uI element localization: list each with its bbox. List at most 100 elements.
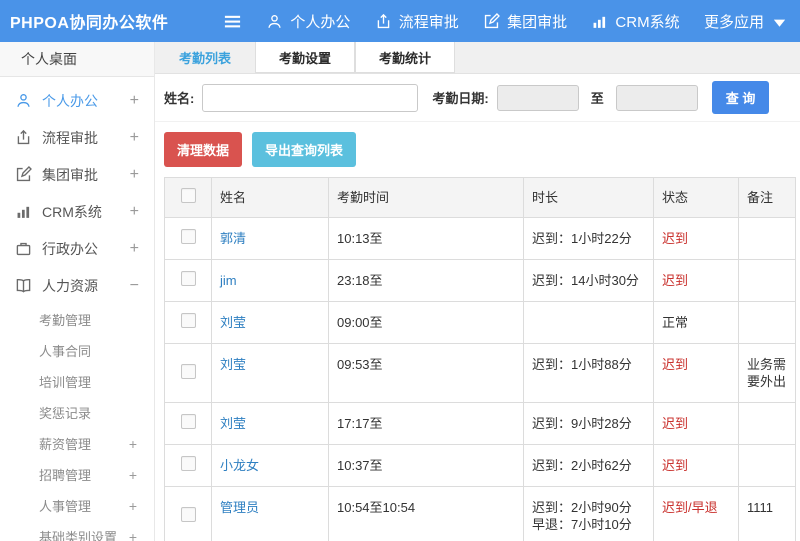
row-checkbox[interactable]	[180, 313, 196, 328]
expand-indicator: +	[128, 528, 137, 541]
time-cell: 09:00至	[328, 301, 524, 344]
tab-attendance-statistics[interactable]: 考勤统计	[355, 42, 455, 73]
duration-cell: 迟到：14小时30分	[523, 259, 654, 302]
nav-item-more-apps[interactable]: 更多应用	[704, 11, 788, 32]
date-to-label: 至	[590, 91, 604, 106]
duration-cell	[523, 301, 654, 344]
app-logo: PHPOA协同办公软件	[10, 15, 169, 32]
remark-cell	[738, 402, 796, 445]
employee-name-link[interactable]: jim	[220, 273, 237, 288]
expand-indicator: +	[129, 128, 139, 146]
tab-attendance-list[interactable]: 考勤列表	[155, 42, 255, 73]
content-area: 考勤列表 考勤设置 考勤统计 姓名: 考勤日期: 至 查 询 清理数据 导出查询列表…	[155, 42, 800, 541]
time-cell: 17:17至	[328, 402, 524, 445]
table-row: 郭清 10:13至 迟到：1小时22分 迟到	[164, 217, 796, 260]
export-list-button[interactable]: 导出查询列表	[252, 132, 357, 167]
row-checkbox[interactable]	[180, 229, 196, 244]
sidebar-subitem-label: 培训管理	[39, 375, 92, 390]
sidebar-subitem-training-management[interactable]: 培训管理	[0, 366, 154, 397]
select-all-checkbox[interactable]	[180, 188, 196, 203]
sidebar-item-label: 流程审批	[42, 129, 98, 146]
sidebar-menu: 个人办公 + 流程审批 + 集团审批 + CRM系统 + 行政办公 + 人力资源 −	[0, 82, 154, 304]
name-cell: 刘莹	[211, 343, 329, 403]
sidebar-item-workflow-approval[interactable]: 流程审批 +	[0, 119, 154, 156]
sidebar-subitem-base-category-settings[interactable]: 基础类别设置 +	[0, 521, 154, 541]
column-header: 姓名	[211, 177, 329, 218]
remark-cell	[738, 301, 796, 344]
remark-cell	[738, 259, 796, 302]
row-checkbox-cell	[164, 486, 212, 541]
sidebar-subitem-attendance-management[interactable]: 考勤管理	[0, 304, 154, 335]
sidebar-item-personal-office[interactable]: 个人办公 +	[0, 82, 154, 119]
name-filter-input[interactable]	[202, 83, 419, 112]
sidebar-item-group-approval[interactable]: 集团审批 +	[0, 156, 154, 193]
column-header: 状态	[653, 177, 739, 218]
employee-name-link[interactable]: 小龙女	[220, 458, 259, 473]
sidebar-item-human-resources[interactable]: 人力资源 −	[0, 267, 154, 304]
row-checkbox[interactable]	[180, 363, 196, 379]
sidebar-item-personal-desktop[interactable]: 个人桌面	[0, 42, 154, 77]
sidebar-subitem-salary-management[interactable]: 薪资管理 +	[0, 428, 154, 459]
select-all-cell	[164, 177, 212, 218]
row-checkbox[interactable]	[180, 414, 196, 429]
edit-icon	[15, 166, 32, 183]
sidebar-subitem-label: 薪资管理	[39, 437, 92, 452]
status-cell: 迟到	[653, 343, 739, 403]
clear-data-button[interactable]: 清理数据	[164, 132, 243, 167]
user-icon	[15, 92, 32, 109]
date-from-input[interactable]	[496, 84, 579, 111]
name-cell: 小龙女	[211, 444, 329, 487]
menu-toggle-icon[interactable]	[223, 12, 242, 31]
search-button[interactable]: 查 询	[711, 81, 770, 114]
remark-cell	[738, 444, 796, 487]
book-icon	[15, 277, 32, 294]
employee-name-link[interactable]: 刘莹	[220, 416, 246, 431]
tab-attendance-settings[interactable]: 考勤设置	[255, 42, 355, 73]
employee-name-link[interactable]: 刘莹	[220, 315, 246, 330]
sidebar-subitem-personnel-management[interactable]: 人事管理 +	[0, 490, 154, 521]
sidebar-subitem-recruitment-management[interactable]: 招聘管理 +	[0, 459, 154, 490]
sidebar-item-label: 行政办公	[42, 240, 98, 257]
sidebar-item-label: 个人办公	[42, 92, 98, 109]
status-cell: 迟到	[653, 444, 739, 487]
expand-indicator: +	[128, 466, 137, 483]
employee-name-link[interactable]: 郭清	[220, 231, 246, 246]
sidebar-subitem-hr-contract[interactable]: 人事合同	[0, 335, 154, 366]
status-cell: 迟到/早退	[653, 486, 739, 541]
nav-item-crm-system[interactable]: CRM系统	[591, 11, 680, 32]
table-row: 刘莹 09:00至 正常	[164, 301, 796, 344]
status-cell: 迟到	[653, 217, 739, 260]
sidebar-desktop-label: 个人桌面	[21, 51, 77, 67]
nav-item-personal-office[interactable]: 个人办公	[266, 11, 350, 32]
employee-name-link[interactable]: 刘莹	[220, 357, 246, 372]
edit-icon	[483, 12, 501, 30]
column-header: 考勤时间	[328, 177, 524, 218]
row-checkbox[interactable]	[180, 456, 196, 471]
row-checkbox-cell	[164, 217, 212, 260]
expand-indicator: +	[129, 239, 139, 257]
sidebar-subitem-reward-punishment[interactable]: 奖惩记录	[0, 397, 154, 428]
sidebar-item-crm-system[interactable]: CRM系统 +	[0, 193, 154, 230]
table-row: 小龙女 10:37至 迟到：2小时62分 迟到	[164, 444, 796, 487]
tab-bar: 考勤列表 考勤设置 考勤统计	[155, 42, 800, 74]
sidebar-item-label: 集团审批	[42, 166, 98, 183]
name-cell: 刘莹	[211, 301, 329, 344]
nav-item-label: CRM系统	[615, 13, 680, 31]
nav-item-group-approval[interactable]: 集团审批	[483, 11, 567, 32]
nav-item-workflow-approval[interactable]: 流程审批	[375, 11, 459, 32]
table-row: 刘莹 17:17至 迟到：9小时28分 迟到	[164, 402, 796, 445]
sidebar-subitem-label: 人事管理	[39, 499, 92, 514]
row-checkbox[interactable]	[180, 271, 196, 286]
date-to-input[interactable]	[615, 84, 698, 111]
employee-name-link[interactable]: 管理员	[220, 500, 259, 515]
sidebar-subitem-label: 奖惩记录	[39, 406, 92, 421]
sidebar-item-admin-office[interactable]: 行政办公 +	[0, 230, 154, 267]
name-cell: jim	[211, 259, 329, 302]
remark-cell: 业务需要外出	[738, 343, 796, 403]
sidebar-subitem-label: 招聘管理	[39, 468, 92, 483]
time-cell: 10:13至	[328, 217, 524, 260]
sidebar-item-label: 人力资源	[42, 277, 98, 294]
row-checkbox[interactable]	[180, 506, 196, 522]
attendance-table-head: 姓名 考勤时间 时长 状态 备注	[164, 177, 796, 218]
duration-cell: 迟到：9小时28分	[523, 402, 654, 445]
